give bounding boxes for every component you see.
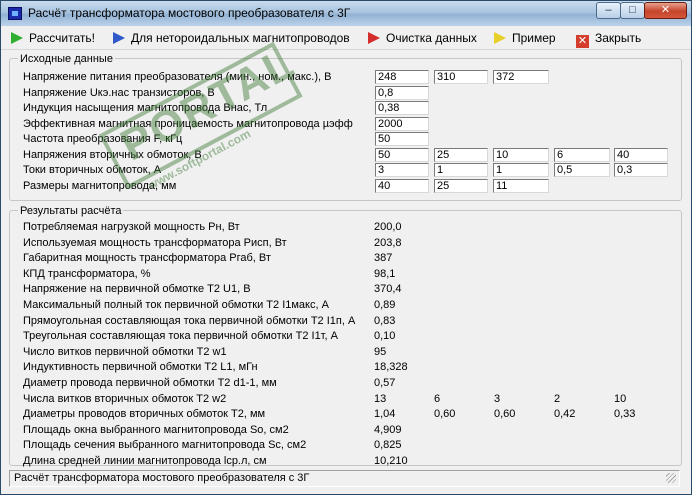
result-value: 0,825 bbox=[374, 439, 402, 452]
menu-close[interactable]: ✕ Закрыть bbox=[576, 30, 642, 48]
result-value: 203,8 bbox=[374, 236, 402, 249]
input-label: Напряжение Uкэ.нас транзисторов, В bbox=[23, 86, 215, 99]
input-label: Размеры магнитопровода, мм bbox=[23, 179, 177, 192]
menu-calculate-label: Рассчитать! bbox=[29, 31, 95, 45]
result-label: Площадь сечения выбранного магнитопровод… bbox=[23, 439, 307, 452]
result-value: 98,1 bbox=[374, 267, 396, 280]
resize-grip[interactable] bbox=[666, 473, 676, 483]
results-group-title: Результаты расчёта bbox=[18, 205, 124, 217]
input-field[interactable]: 25 bbox=[434, 178, 488, 193]
result-label: Индуктивность первичной обмотки Т2 L1, м… bbox=[23, 361, 258, 374]
result-value: 0,83 bbox=[374, 314, 396, 327]
input-label: Напряжение питания преобразователя (мин.… bbox=[23, 71, 332, 83]
result-value: 1,04 bbox=[374, 408, 396, 421]
input-field[interactable]: 6 bbox=[554, 147, 610, 162]
window-title: Расчёт трансформатора мостового преобраз… bbox=[28, 6, 351, 20]
input-field[interactable]: 248 bbox=[375, 70, 429, 84]
input-field[interactable]: 0,38 bbox=[375, 101, 429, 115]
result-label: Прямоугольная составляющая тока первично… bbox=[23, 314, 356, 327]
input-label: Частота преобразования F, кГц bbox=[23, 133, 183, 145]
result-value: 10,210 bbox=[374, 455, 408, 467]
red-arrow-icon bbox=[368, 32, 380, 44]
result-value: 95 bbox=[374, 345, 387, 358]
result-label: Габаритная мощность трансформатора Ргаб,… bbox=[23, 252, 271, 265]
menu-non-toroidal-label: Для нетороидальных магнитопроводов bbox=[131, 31, 350, 45]
result-value: 0,57 bbox=[374, 377, 396, 389]
input-field[interactable]: 310 bbox=[434, 70, 488, 84]
result-label: Число витков первичной обмотки Т2 w1 bbox=[23, 345, 227, 358]
status-text: Расчёт трансформатора мостового преобраз… bbox=[14, 472, 310, 484]
input-field[interactable]: 10 bbox=[493, 147, 549, 162]
input-field[interactable]: 3 bbox=[375, 163, 429, 177]
result-label: Числа витков вторичных обмоток Т2 w2 bbox=[23, 392, 227, 405]
input-label: Токи вторичных обмоток, А bbox=[23, 164, 162, 176]
result-value: 0,33 bbox=[614, 408, 636, 421]
input-group-title: Исходные данные bbox=[18, 53, 115, 65]
input-field[interactable]: 40 bbox=[375, 178, 429, 193]
result-value: 387 bbox=[374, 252, 393, 265]
menu-non-toroidal[interactable]: Для нетороидальных магнитопроводов bbox=[113, 30, 350, 46]
title-bar[interactable]: Расчёт трансформатора мостового преобраз… bbox=[1, 1, 691, 26]
input-label: Напряжения вторичных обмоток, В bbox=[23, 148, 202, 161]
result-value: 6 bbox=[434, 392, 441, 405]
result-value: 0,60 bbox=[494, 408, 516, 421]
result-value: 3 bbox=[494, 392, 501, 405]
close-x-icon: ✕ bbox=[576, 35, 589, 48]
input-field[interactable]: 1 bbox=[434, 163, 488, 177]
menu-example[interactable]: Пример bbox=[494, 30, 556, 46]
result-value: 13 bbox=[374, 392, 387, 405]
result-label: Потребляемая нагрузкой мощность Рн, Вт bbox=[23, 221, 240, 233]
input-label: Индукция насыщения магнитопровода Bнас, … bbox=[23, 102, 268, 114]
result-value: 0,10 bbox=[374, 330, 396, 343]
maximize-button[interactable]: □ bbox=[620, 2, 645, 19]
app-icon bbox=[8, 7, 22, 20]
menu-example-label: Пример bbox=[512, 31, 556, 45]
input-field[interactable]: 372 bbox=[493, 70, 549, 84]
input-field[interactable]: 1 bbox=[493, 163, 549, 177]
result-value: 0,42 bbox=[554, 408, 576, 421]
result-value: 0,89 bbox=[374, 299, 396, 311]
main-window: Расчёт трансформатора мостового преобраз… bbox=[0, 0, 692, 495]
result-label: Используемая мощность трансформатора Рис… bbox=[23, 236, 287, 249]
result-value: 0,60 bbox=[434, 408, 456, 421]
input-field[interactable]: 11 bbox=[493, 178, 549, 193]
menu-clear-data[interactable]: Очистка данных bbox=[368, 30, 477, 46]
input-field[interactable]: 0,5 bbox=[554, 163, 610, 177]
result-value: 200,0 bbox=[374, 221, 402, 233]
minimize-button[interactable]: – bbox=[596, 2, 621, 19]
result-value: 2 bbox=[554, 392, 561, 405]
menu-clear-data-label: Очистка данных bbox=[386, 31, 477, 45]
input-field[interactable]: 50 bbox=[375, 147, 429, 162]
input-field[interactable]: 40 bbox=[614, 147, 668, 162]
result-value: 18,328 bbox=[374, 361, 408, 374]
close-window-button[interactable]: ✕ bbox=[644, 2, 687, 19]
result-value: 4,909 bbox=[374, 423, 402, 436]
menu-calculate[interactable]: Рассчитать! bbox=[11, 30, 95, 46]
yellow-arrow-icon bbox=[494, 32, 506, 44]
green-arrow-icon bbox=[11, 32, 23, 44]
result-label: Напряжение на первичной обмотке Т2 U1, В bbox=[23, 283, 251, 296]
result-label: Диаметр провода первичной обмотки Т2 d1-… bbox=[23, 377, 277, 389]
input-field[interactable]: 0,3 bbox=[614, 163, 668, 177]
result-label: Максимальный полный ток первичной обмотк… bbox=[23, 299, 329, 311]
result-value: 370,4 bbox=[374, 283, 402, 296]
input-field[interactable]: 2000 bbox=[375, 116, 429, 131]
result-label: Площадь окна выбранного магнитопровода S… bbox=[23, 423, 289, 436]
blue-arrow-icon bbox=[113, 32, 125, 44]
status-bar: Расчёт трансформатора мостового преобраз… bbox=[9, 470, 680, 487]
menu-close-label: Закрыть bbox=[595, 31, 642, 45]
input-label: Эффективная магнитная проницаемость магн… bbox=[23, 117, 353, 130]
input-field[interactable]: 0,8 bbox=[375, 85, 429, 100]
result-label: КПД трансформатора, % bbox=[23, 267, 151, 280]
result-label: Длина средней линии магнитопровода lср.л… bbox=[23, 455, 267, 467]
input-field[interactable]: 50 bbox=[375, 132, 429, 146]
result-label: Диаметры проводов вторичных обмоток Т2, … bbox=[23, 408, 266, 421]
result-value: 10 bbox=[614, 392, 627, 405]
menu-bar: Рассчитать! Для нетороидальных магнитопр… bbox=[1, 27, 691, 50]
result-label: Треугольная составляющая тока первичной … bbox=[23, 330, 338, 343]
input-field[interactable]: 25 bbox=[434, 147, 488, 162]
